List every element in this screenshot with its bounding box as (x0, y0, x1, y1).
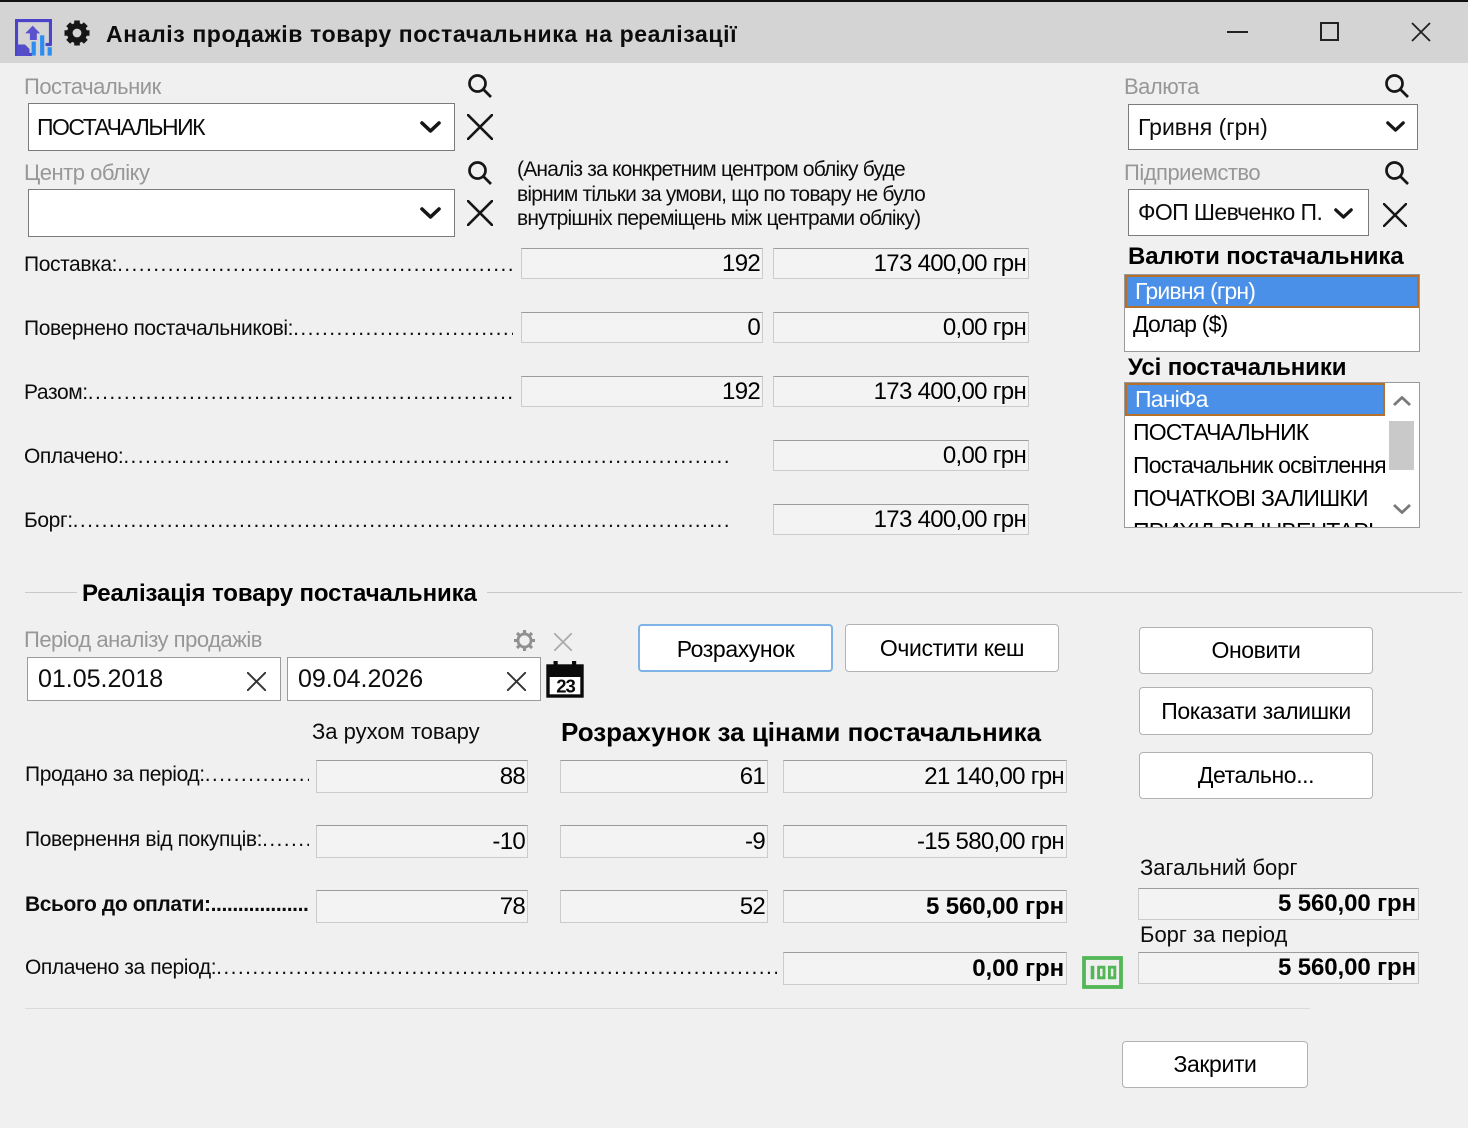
svg-text:23: 23 (556, 676, 575, 697)
